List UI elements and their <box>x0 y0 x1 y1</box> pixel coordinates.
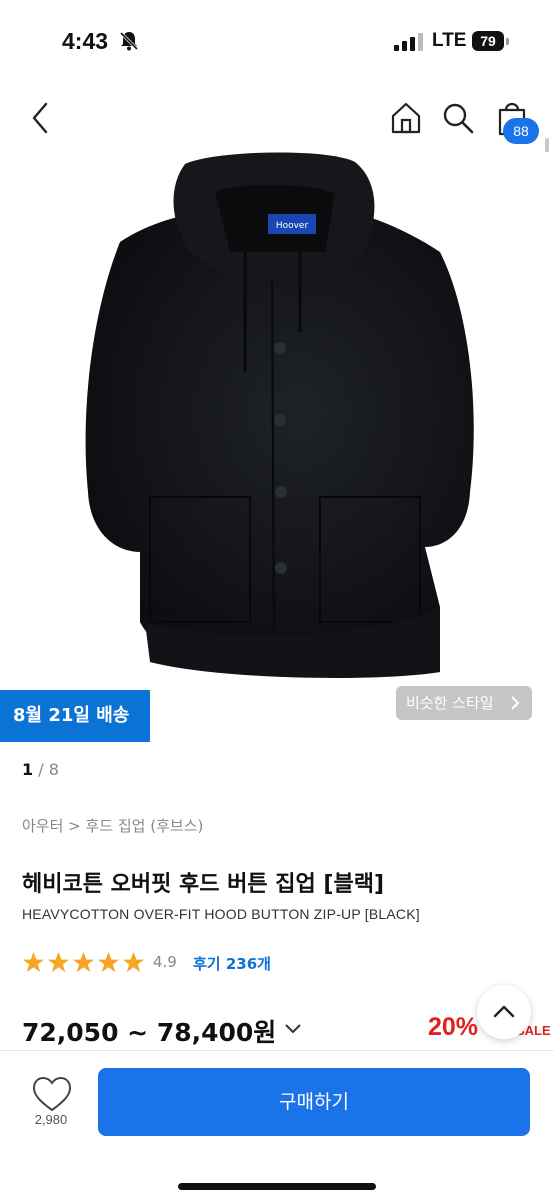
discount-rate: 20% <box>428 1013 479 1041</box>
rating-value: 4.9 <box>153 953 177 971</box>
battery-level: 79 <box>472 31 504 51</box>
scroll-to-top-button[interactable] <box>477 985 531 1039</box>
chevron-up-icon <box>493 1005 515 1018</box>
signal-icon <box>394 33 423 51</box>
image-counter: 1 / 8 <box>22 760 59 779</box>
rating-stars <box>22 951 145 975</box>
like-count: 2,980 <box>34 1112 68 1127</box>
similar-style-button[interactable]: 비슷한 스타일 <box>396 686 532 720</box>
hoodie-illustration: Hoover <box>85 152 474 678</box>
search-icon[interactable] <box>440 100 476 136</box>
image-counter-current: 1 <box>22 760 34 779</box>
product-title: 헤비코튼 오버핏 후드 버튼 집업 [블랙] <box>22 872 385 897</box>
star-icon <box>122 951 145 973</box>
product-image[interactable]: Hoover <box>0 152 554 744</box>
network-type: LTE <box>432 30 467 51</box>
star-icon <box>97 951 120 973</box>
image-counter-total: 8 <box>48 760 59 779</box>
battery-icon: 79 <box>472 31 512 52</box>
mute-bell-icon <box>119 31 139 51</box>
star-icon <box>72 951 95 973</box>
product-title-english: HEAVYCOTTON OVER-FIT HOOD BUTTON ZIP-UP … <box>22 906 420 922</box>
review-count-link[interactable]: 후기 236개 <box>193 953 271 974</box>
chevron-down-icon[interactable] <box>284 1022 302 1036</box>
image-counter-separator: / <box>33 760 49 779</box>
star-icon <box>22 951 45 973</box>
price-range[interactable]: 72,050 ~ 78,400원 <box>22 1013 276 1049</box>
home-icon[interactable] <box>388 100 424 136</box>
breadcrumb[interactable]: 아우터 > 후드 집업 (후브스) <box>22 815 203 836</box>
back-icon[interactable] <box>24 98 60 138</box>
star-icon <box>47 951 70 973</box>
home-indicator[interactable] <box>178 1183 376 1190</box>
shipping-date-badge: 8월 21일 배송 <box>0 690 150 742</box>
buy-button[interactable]: 구매하기 <box>98 1068 530 1136</box>
status-time: 4:43 <box>62 28 109 54</box>
similar-style-label: 비슷한 스타일 <box>406 694 494 712</box>
chevron-right-icon <box>511 696 520 710</box>
brand-tag-text: Hoover <box>276 221 309 231</box>
cart-count-badge[interactable]: 88 <box>503 118 539 144</box>
